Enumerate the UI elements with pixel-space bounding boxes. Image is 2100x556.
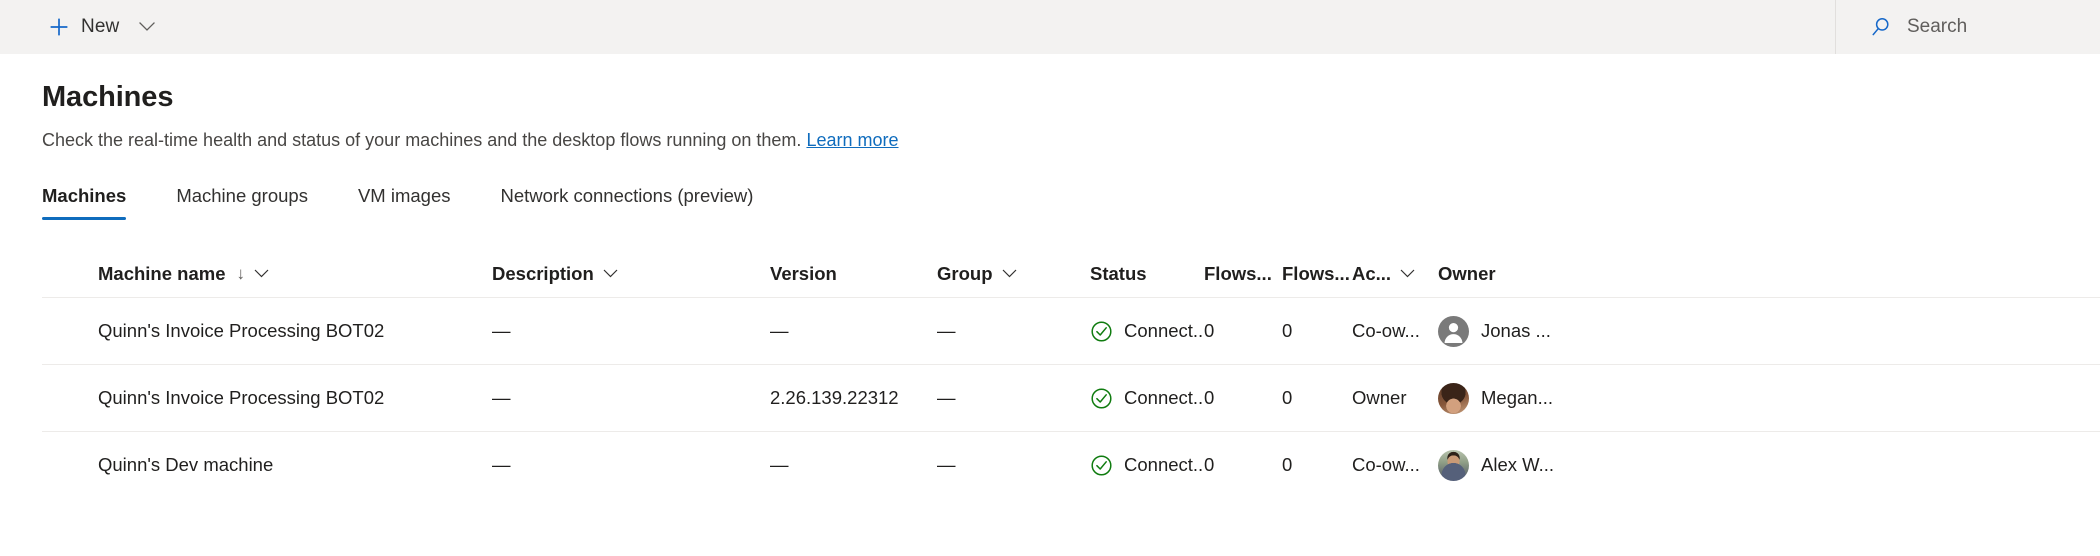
column-header-version[interactable]: Version [770,263,937,285]
chevron-down-icon[interactable] [139,22,155,32]
column-header-group-label: Group [937,263,993,285]
column-header-owner-label: Owner [1438,263,1496,285]
column-header-access-label: Ac... [1352,263,1391,285]
cell-group: — [937,387,1090,409]
cell-access: Owner [1352,387,1438,409]
tab-vm-images-label: VM images [358,185,451,206]
avatar [1438,450,1469,481]
page-description-text: Check the real-time health and status of… [42,130,801,150]
column-header-status[interactable]: Status [1090,263,1204,285]
cell-machine-name: Quinn's Invoice Processing BOT02 [98,387,492,409]
column-header-status-label: Status [1090,263,1147,285]
chevron-down-icon[interactable] [603,269,618,278]
owner-name: Alex W... [1481,454,1554,476]
column-header-version-label: Version [770,263,837,285]
tab-machines-label: Machines [42,185,126,206]
table-row[interactable]: Quinn's Invoice Processing BOT02 — 2.26.… [0,365,2100,431]
cell-version: — [770,454,937,476]
status-label: Connect... [1124,320,1204,342]
cell-group: — [937,454,1090,476]
search-icon [1870,16,1892,38]
tab-machine-groups-label: Machine groups [176,185,308,206]
column-header-description-label: Description [492,263,594,285]
cell-access: Co-ow... [1352,320,1438,342]
learn-more-link[interactable]: Learn more [806,130,898,150]
column-header-flows-queued-label: Flows... [1204,263,1272,285]
page-title: Machines [42,54,2058,115]
checkmark-circle-icon [1090,320,1113,343]
chevron-down-icon[interactable] [1400,269,1415,278]
chevron-down-icon[interactable] [254,269,269,278]
command-bar-search-region: Search [1835,0,2100,54]
column-header-owner[interactable]: Owner [1438,263,1638,285]
search-placeholder: Search [1907,16,1967,38]
cell-version: 2.26.139.22312 [770,387,937,409]
column-header-machine-name-label: Machine name [98,263,226,285]
machines-table: Machine name ↓ Description Version Group… [0,250,2100,498]
new-button[interactable]: New [42,0,161,54]
column-header-machine-name[interactable]: Machine name ↓ [98,263,492,285]
table-row[interactable]: Quinn's Dev machine — — — Connect... 0 0… [0,432,2100,498]
command-bar-left-group: New [0,0,161,54]
command-bar: New Search [0,0,2100,54]
column-header-flows-running[interactable]: Flows... [1282,263,1352,285]
avatar [1438,383,1469,414]
column-header-flows-running-label: Flows... [1282,263,1350,285]
cell-machine-name: Quinn's Invoice Processing BOT02 [98,320,492,342]
cell-access: Co-ow... [1352,454,1438,476]
status-label: Connect... [1124,387,1204,409]
cell-flows-running: 0 [1282,320,1352,342]
cell-description: — [492,454,770,476]
cell-flows-running: 0 [1282,387,1352,409]
cell-flows-running: 0 [1282,454,1352,476]
owner-name: Jonas ... [1481,320,1551,342]
sort-ascending-arrow-icon: ↓ [237,264,246,284]
avatar [1438,316,1469,347]
cell-flows-queued: 0 [1204,454,1282,476]
tab-network-connections[interactable]: Network connections (preview) [475,185,778,220]
owner-name: Megan... [1481,387,1553,409]
page-body: Machines Check the real-time health and … [0,54,2100,220]
plus-icon [48,16,70,38]
cell-machine-name: Quinn's Dev machine [98,454,492,476]
cell-description: — [492,387,770,409]
chevron-down-icon[interactable] [1002,269,1017,278]
cell-owner: Megan... [1438,383,1638,414]
cell-group: — [937,320,1090,342]
table-header-row: Machine name ↓ Description Version Group… [0,250,2100,297]
column-header-description[interactable]: Description [492,263,770,285]
cell-flows-queued: 0 [1204,320,1282,342]
tab-machines[interactable]: Machines [42,185,151,220]
status-label: Connect... [1124,454,1204,476]
column-header-access[interactable]: Ac... [1352,263,1438,285]
column-header-flows-queued[interactable]: Flows... [1204,263,1282,285]
cell-description: — [492,320,770,342]
tab-list: Machines Machine groups VM images Networ… [42,177,2058,220]
cell-owner: Jonas ... [1438,316,1638,347]
cell-owner: Alex W... [1438,450,1638,481]
cell-version: — [770,320,937,342]
column-header-group[interactable]: Group [937,263,1090,285]
checkmark-circle-icon [1090,387,1113,410]
checkmark-circle-icon [1090,454,1113,477]
tab-network-connections-label: Network connections (preview) [500,185,753,206]
tab-machine-groups[interactable]: Machine groups [151,185,333,220]
cell-flows-queued: 0 [1204,387,1282,409]
cell-status: Connect... [1090,320,1204,343]
new-button-label: New [81,16,119,38]
tab-vm-images[interactable]: VM images [333,185,476,220]
cell-status: Connect... [1090,387,1204,410]
page-description: Check the real-time health and status of… [42,129,2058,152]
cell-status: Connect... [1090,454,1204,477]
table-row[interactable]: Quinn's Invoice Processing BOT02 — — — C… [0,298,2100,364]
search-input[interactable]: Search [1870,16,2060,38]
